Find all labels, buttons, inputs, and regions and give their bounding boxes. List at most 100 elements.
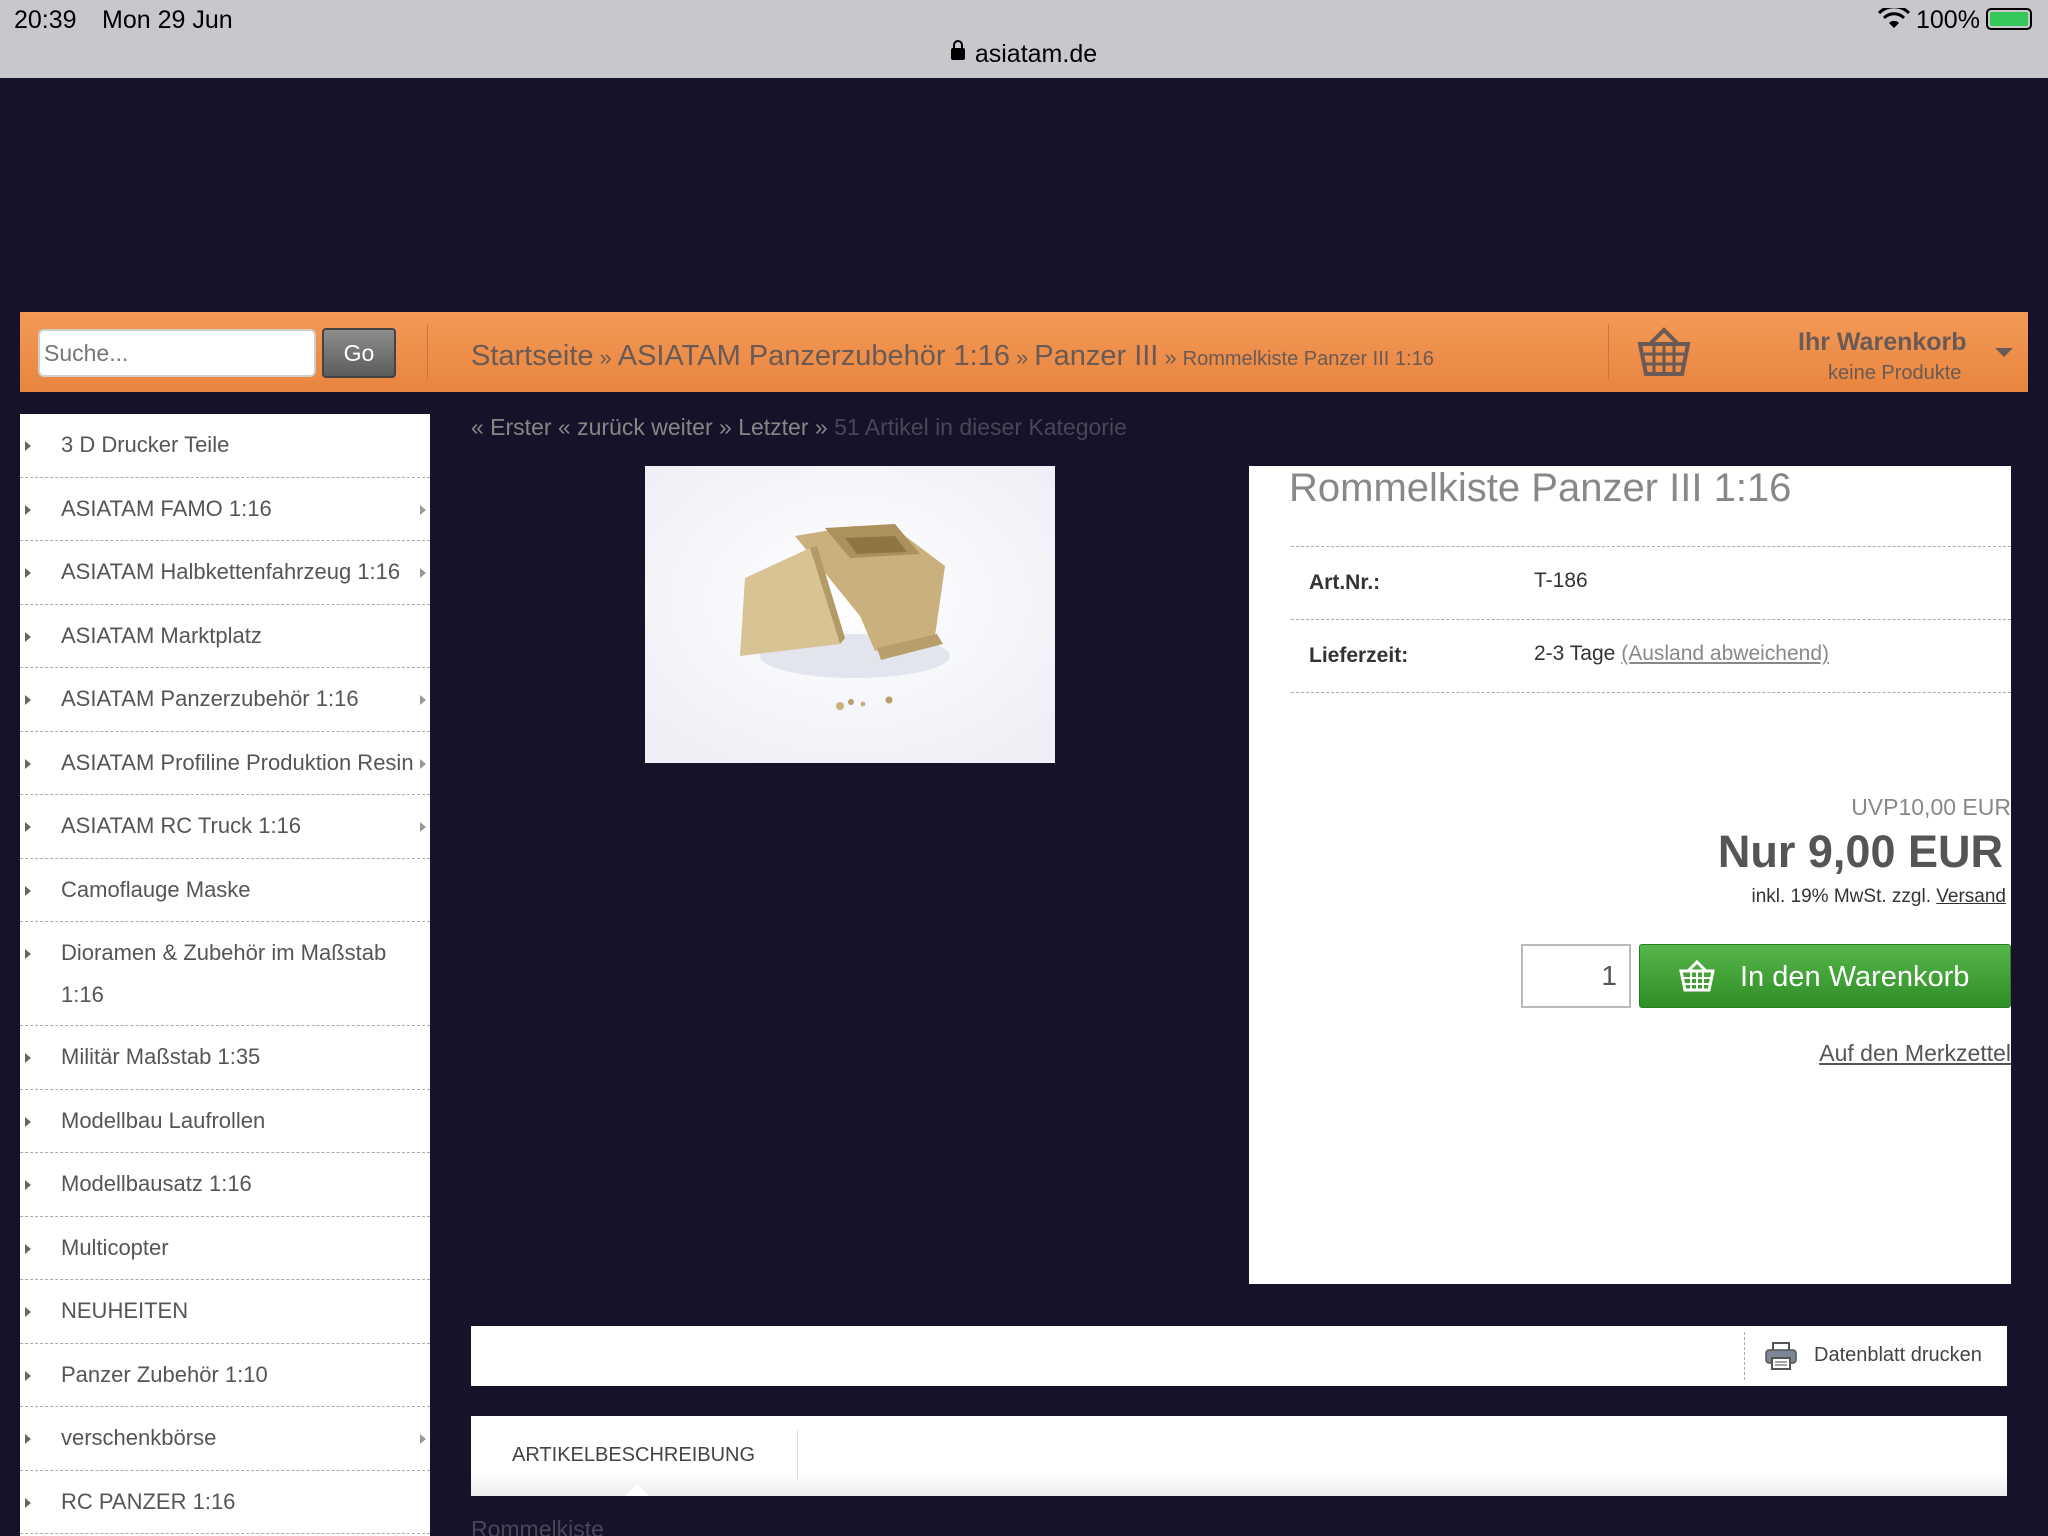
add-to-cart-label: In den Warenkorb (1740, 961, 1970, 993)
caret-right-icon (25, 949, 31, 959)
sidebar-item-asiatam-rc-truck[interactable]: ASIATAM RC Truck 1:16 (20, 795, 430, 859)
caret-right-icon (25, 568, 31, 578)
tax-note-text: inkl. 19% MwSt. zzgl. (1751, 886, 1931, 907)
art-nr-row: Art.Nr.: T-186 (1291, 546, 2011, 619)
product-info-panel: Rommelkiste Panzer III 1:16 Art.Nr.: T-1… (1249, 466, 2011, 1284)
caret-right-icon (25, 441, 31, 451)
sidebar-item-label: ASIATAM RC Truck 1:16 (61, 813, 302, 838)
print-bar: Datenblatt drucken (471, 1326, 2007, 1386)
breadcrumb-separator: » (599, 345, 612, 370)
breadcrumb-separator: » (1016, 345, 1029, 370)
basket-icon (1679, 959, 1715, 992)
battery-icon (1986, 8, 2032, 30)
sidebar-item-asiatam-halbkettenfahrzeug[interactable]: ASIATAM Halbkettenfahrzeug 1:16 (20, 541, 430, 605)
uvp-price: UVP10,00 EUR (1851, 794, 2011, 820)
sidebar-item-modellbau-laufrollen[interactable]: Modellbau Laufrollen (20, 1090, 430, 1153)
chevron-down-icon[interactable] (1995, 348, 2013, 357)
art-nr-value: T-186 (1534, 569, 1588, 592)
product-photo (645, 466, 1055, 763)
caret-right-icon (25, 1434, 31, 1444)
sidebar-item-panzer-zubehoer-110[interactable]: Panzer Zubehör 1:10 (20, 1344, 430, 1407)
info-divider (1291, 692, 2011, 693)
sidebar-item-militaer[interactable]: Militär Maßstab 1:35 (20, 1026, 430, 1090)
breadcrumb: Startseite» ASIATAM Panzerzubehör 1:16» Pa… (471, 340, 1434, 373)
header-divider (427, 324, 428, 380)
browser-status-bar: 20:39 Mon 29 Jun asiatam.de 100% (0, 0, 2048, 78)
sidebar-item-label: ASIATAM FAMO 1:16 (61, 495, 272, 521)
sidebar-item-asiatam-panzerzubehoer[interactable]: ASIATAM Panzerzubehör 1:16 (20, 668, 430, 732)
sidebar-item-neuheiten[interactable]: NEUHEITEN (20, 1280, 430, 1344)
sidebar-item-verschenkboerse[interactable]: verschenkbörse (20, 1407, 430, 1471)
address-url: asiatam.de (974, 40, 1098, 68)
description-heading: Rommelkiste (471, 1516, 604, 1536)
search-go-button[interactable]: Go (322, 328, 396, 378)
sidebar-item-label: Militär Maßstab 1:35 (61, 1044, 261, 1069)
sidebar-item-multicopter[interactable]: Multicopter (20, 1217, 430, 1280)
breadcrumb-category[interactable]: ASIATAM Panzerzubehör 1:16 (618, 340, 1010, 372)
wifi-icon (1878, 8, 1910, 28)
status-date: Mon 29 Jun (102, 6, 233, 34)
add-to-cart-button[interactable]: In den Warenkorb (1639, 944, 2011, 1008)
delivery-value: 2-3 Tage (Ausland abweichend) (1534, 642, 1829, 666)
submenu-arrow-icon (420, 568, 426, 578)
delivery-time: 2-3 Tage (1534, 642, 1616, 665)
sidebar-item-label: ASIATAM Marktplatz (61, 622, 262, 648)
quantity-input[interactable]: 1 (1521, 944, 1631, 1008)
breadcrumb-subcategory[interactable]: Panzer III (1034, 340, 1158, 372)
sidebar-item-asiatam-famo[interactable]: ASIATAM FAMO 1:16 (20, 478, 430, 541)
sidebar-item-label: Panzer Zubehör 1:10 (61, 1361, 268, 1387)
sidebar-item-3d-drucker-teile[interactable]: 3 D Drucker Teile (20, 414, 430, 478)
delivery-note-link[interactable]: (Ausland abweichend) (1621, 642, 1829, 665)
cart-title[interactable]: Ihr Warenkorb (1798, 328, 1967, 357)
submenu-arrow-icon (420, 695, 426, 705)
shipping-link[interactable]: Versand (1936, 886, 2006, 907)
battery-percent: 100% (1916, 6, 1980, 34)
sidebar-item-label: ASIATAM Halbkettenfahrzeug 1:16 (61, 559, 401, 584)
caret-right-icon (25, 758, 31, 769)
sidebar-item-label: Multicopter (61, 1234, 169, 1260)
sidebar-item-label: Dioramen & Zubehör im Maßstab 1:16 (61, 940, 387, 1007)
sidebar-item-label: verschenkbörse (61, 1425, 217, 1450)
pager-next-link[interactable]: weiter » (651, 414, 732, 440)
sale-price: Nur 9,00 EUR (1717, 826, 2003, 877)
search-input[interactable] (38, 329, 316, 377)
breadcrumb-home[interactable]: Startseite (471, 340, 594, 372)
printer-icon[interactable] (1765, 1342, 1797, 1370)
caret-right-icon (25, 695, 31, 705)
lock-icon (950, 40, 965, 60)
caret-right-icon (25, 1053, 31, 1063)
pager-count: 51 Artikel in dieser Kategorie (834, 414, 1127, 440)
sidebar-item-camoflauge-maske[interactable]: Camoflauge Maske (20, 859, 430, 922)
sidebar-item-asiatam-marktplatz[interactable]: ASIATAM Marktplatz (20, 605, 430, 668)
sidebar-item-label: NEUHEITEN (61, 1298, 189, 1323)
sidebar-item-dioramen[interactable]: Dioramen & Zubehör im Maßstab 1:16 (20, 922, 430, 1026)
shop-header-bar: Go Startseite»ASIATAM Panzerzubehör 1:16… (20, 312, 2028, 392)
product-image[interactable] (645, 466, 1055, 763)
caret-right-icon (25, 1497, 31, 1508)
active-tab-pointer (625, 1484, 649, 1496)
sidebar-item-asiatam-profiline[interactable]: ASIATAM Profiline Produktion Resin (20, 732, 430, 795)
caret-right-icon (25, 504, 31, 515)
submenu-arrow-icon (420, 1434, 426, 1444)
product-pager: « Erster « zurück weiter » Letzter » 51 … (471, 414, 1127, 441)
basket-icon[interactable] (1636, 326, 1692, 378)
sidebar-item-modellbausatz[interactable]: Modellbausatz 1:16 (20, 1153, 430, 1217)
sidebar-item-label: 3 D Drucker Teile (61, 432, 230, 457)
product-tabs: ARTIKELBESCHREIBUNG (471, 1416, 2007, 1496)
sidebar-item-label: Camoflauge Maske (61, 876, 251, 902)
sidebar-item-label: Modellbau Laufrollen (61, 1107, 266, 1133)
delivery-label: Lieferzeit: (1309, 644, 1409, 667)
pager-first-link[interactable]: « Erster (471, 414, 552, 440)
sidebar-item-label: ASIATAM Panzerzubehör 1:16 (61, 686, 359, 711)
cart-subtitle: keine Produkte (1828, 362, 1962, 384)
wishlist-link[interactable]: Auf den Merkzettel (1819, 1040, 2011, 1067)
address-bar[interactable]: asiatam.de (0, 40, 2048, 69)
pager-back-link[interactable]: « zurück (558, 414, 645, 440)
caret-right-icon (25, 1370, 31, 1381)
breadcrumb-separator: » (1164, 345, 1177, 370)
pager-last-link[interactable]: Letzter » (738, 414, 828, 440)
sidebar-item-label: Modellbausatz 1:16 (61, 1171, 252, 1196)
tab-description[interactable]: ARTIKELBESCHREIBUNG (512, 1444, 755, 1467)
print-datasheet-link[interactable]: Datenblatt drucken (1814, 1344, 1982, 1367)
sidebar-item-rc-panzer[interactable]: RC PANZER 1:16 (20, 1471, 430, 1534)
